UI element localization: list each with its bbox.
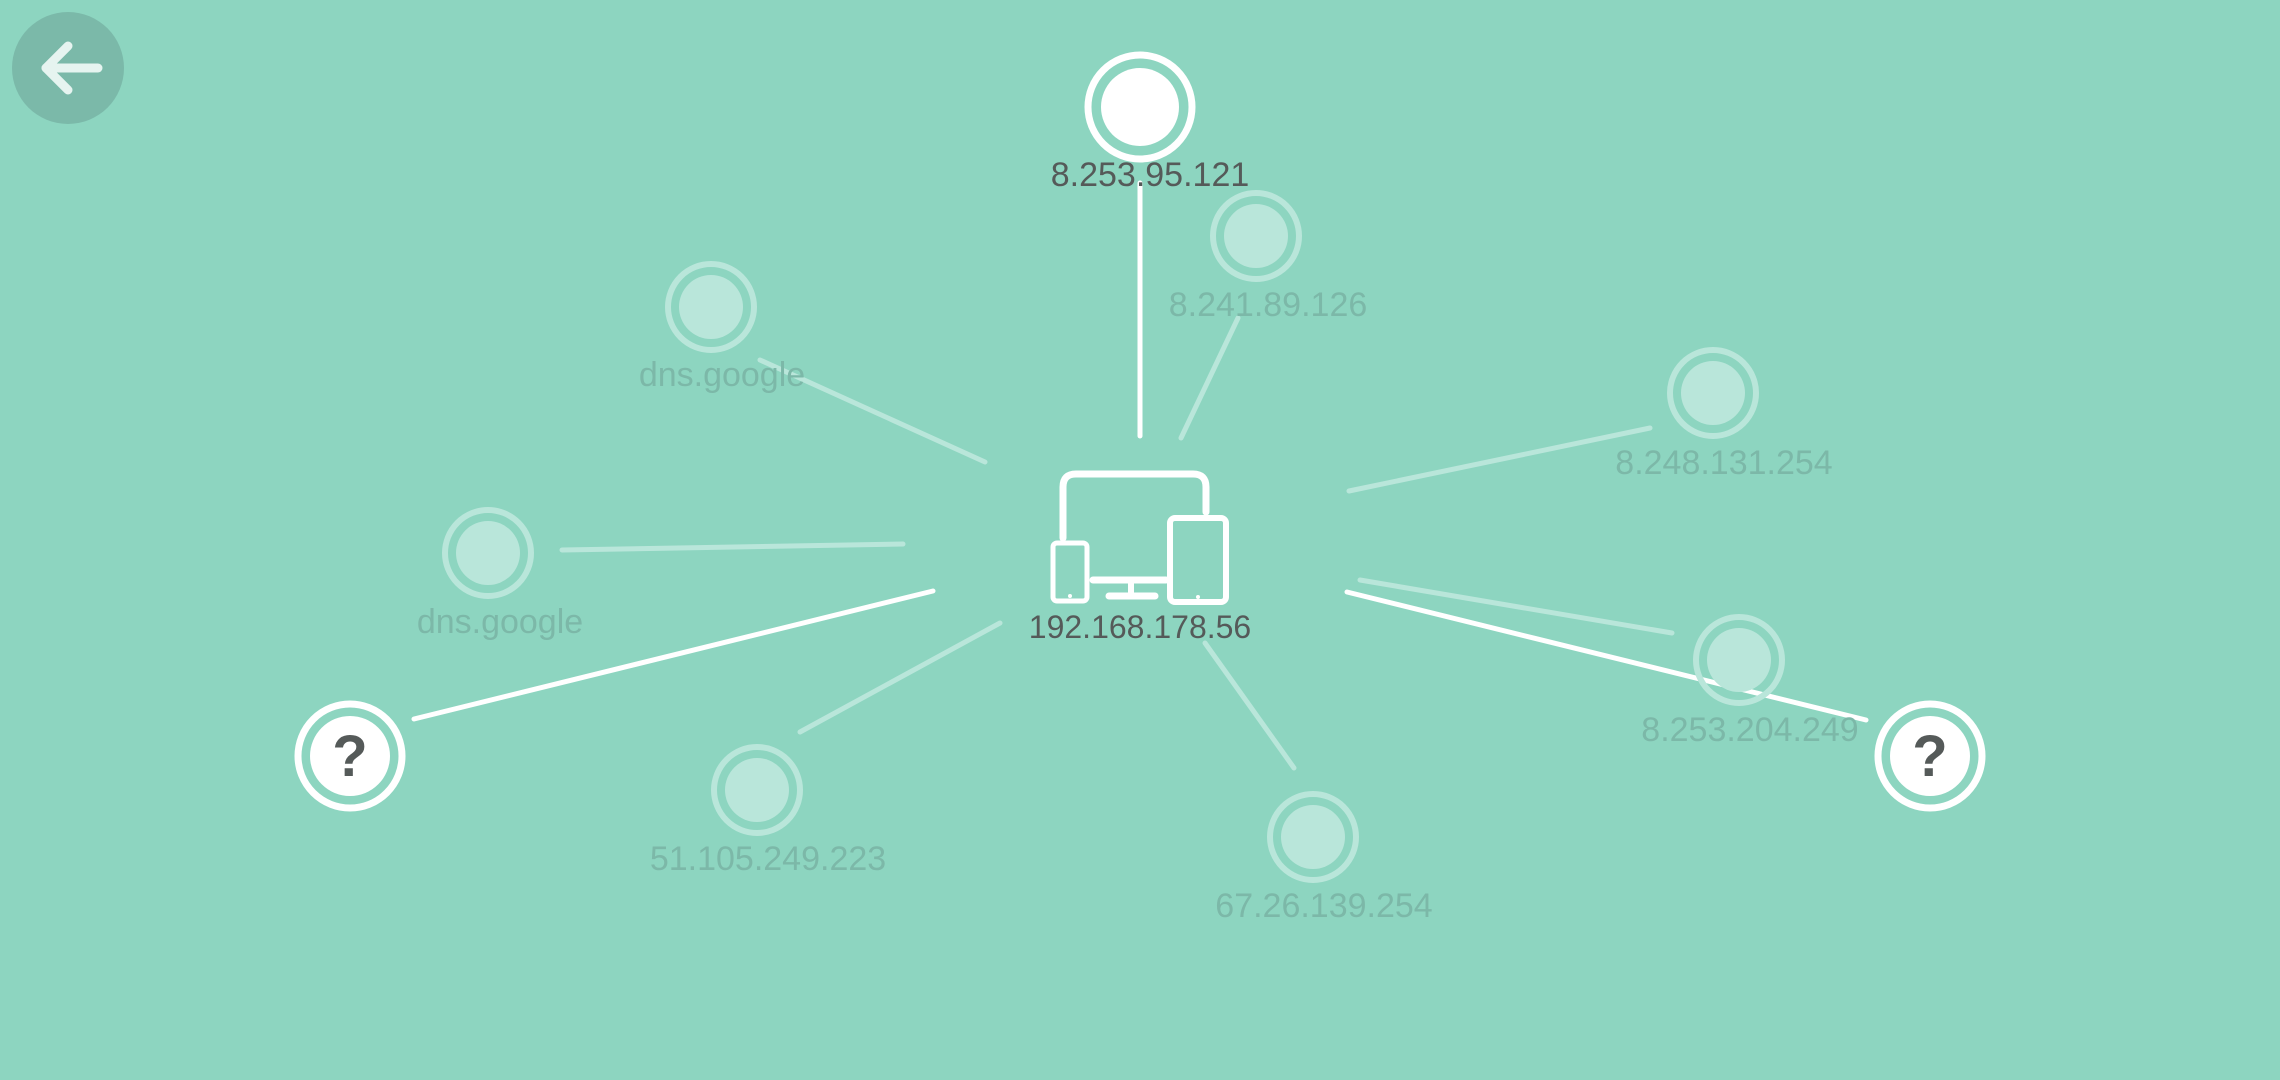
back-button[interactable] <box>12 12 124 124</box>
host-node-top[interactable] <box>1084 51 1196 163</box>
node-core <box>1281 805 1345 869</box>
node-core <box>679 275 743 339</box>
node-core <box>725 758 789 822</box>
question-mark-icon: ? <box>1912 724 1948 789</box>
question-mark-icon: ? <box>332 724 368 789</box>
host-node-h5[interactable] <box>1693 614 1785 706</box>
node-core <box>1101 68 1179 146</box>
host-node-h1[interactable] <box>1210 190 1302 282</box>
node-core <box>1224 204 1288 268</box>
arrow-left-icon <box>41 41 103 95</box>
host-label-top: 8.253.95.121 <box>1050 156 1250 194</box>
host-node-h2[interactable] <box>665 261 757 353</box>
host-node-h3[interactable] <box>1667 347 1759 439</box>
devices-icon[interactable] <box>1050 470 1229 605</box>
host-label-h3: 8.248.131.254 <box>1615 444 1833 482</box>
connection-line-h7 <box>1202 640 1297 771</box>
device-ip-label: 192.168.178.56 <box>1028 609 1252 645</box>
node-core <box>456 521 520 585</box>
connection-line-unknown-right <box>1344 589 1869 723</box>
node-core <box>1681 361 1745 425</box>
connection-line-h6 <box>797 620 1003 735</box>
network-map: 8.253.95.121 8.241.89.126 dns.google 8.2… <box>0 0 2280 1080</box>
host-label-h1: 8.241.89.126 <box>1168 286 1368 324</box>
connection-line-h1 <box>1178 315 1241 441</box>
connection-line-h3 <box>1346 425 1653 494</box>
host-label-h4: dns.google <box>416 603 584 641</box>
host-node-h7[interactable] <box>1267 791 1359 883</box>
host-label-h7: 67.26.139.254 <box>1215 887 1433 925</box>
host-label-h6: 51.105.249.223 <box>649 840 887 878</box>
host-node-h6[interactable] <box>711 744 803 836</box>
host-node-h4[interactable] <box>442 507 534 599</box>
connection-line-h4 <box>559 541 906 553</box>
host-label-h5: 8.253.204.249 <box>1641 711 1859 749</box>
node-core <box>1707 628 1771 692</box>
host-label-h2: dns.google <box>638 356 806 394</box>
